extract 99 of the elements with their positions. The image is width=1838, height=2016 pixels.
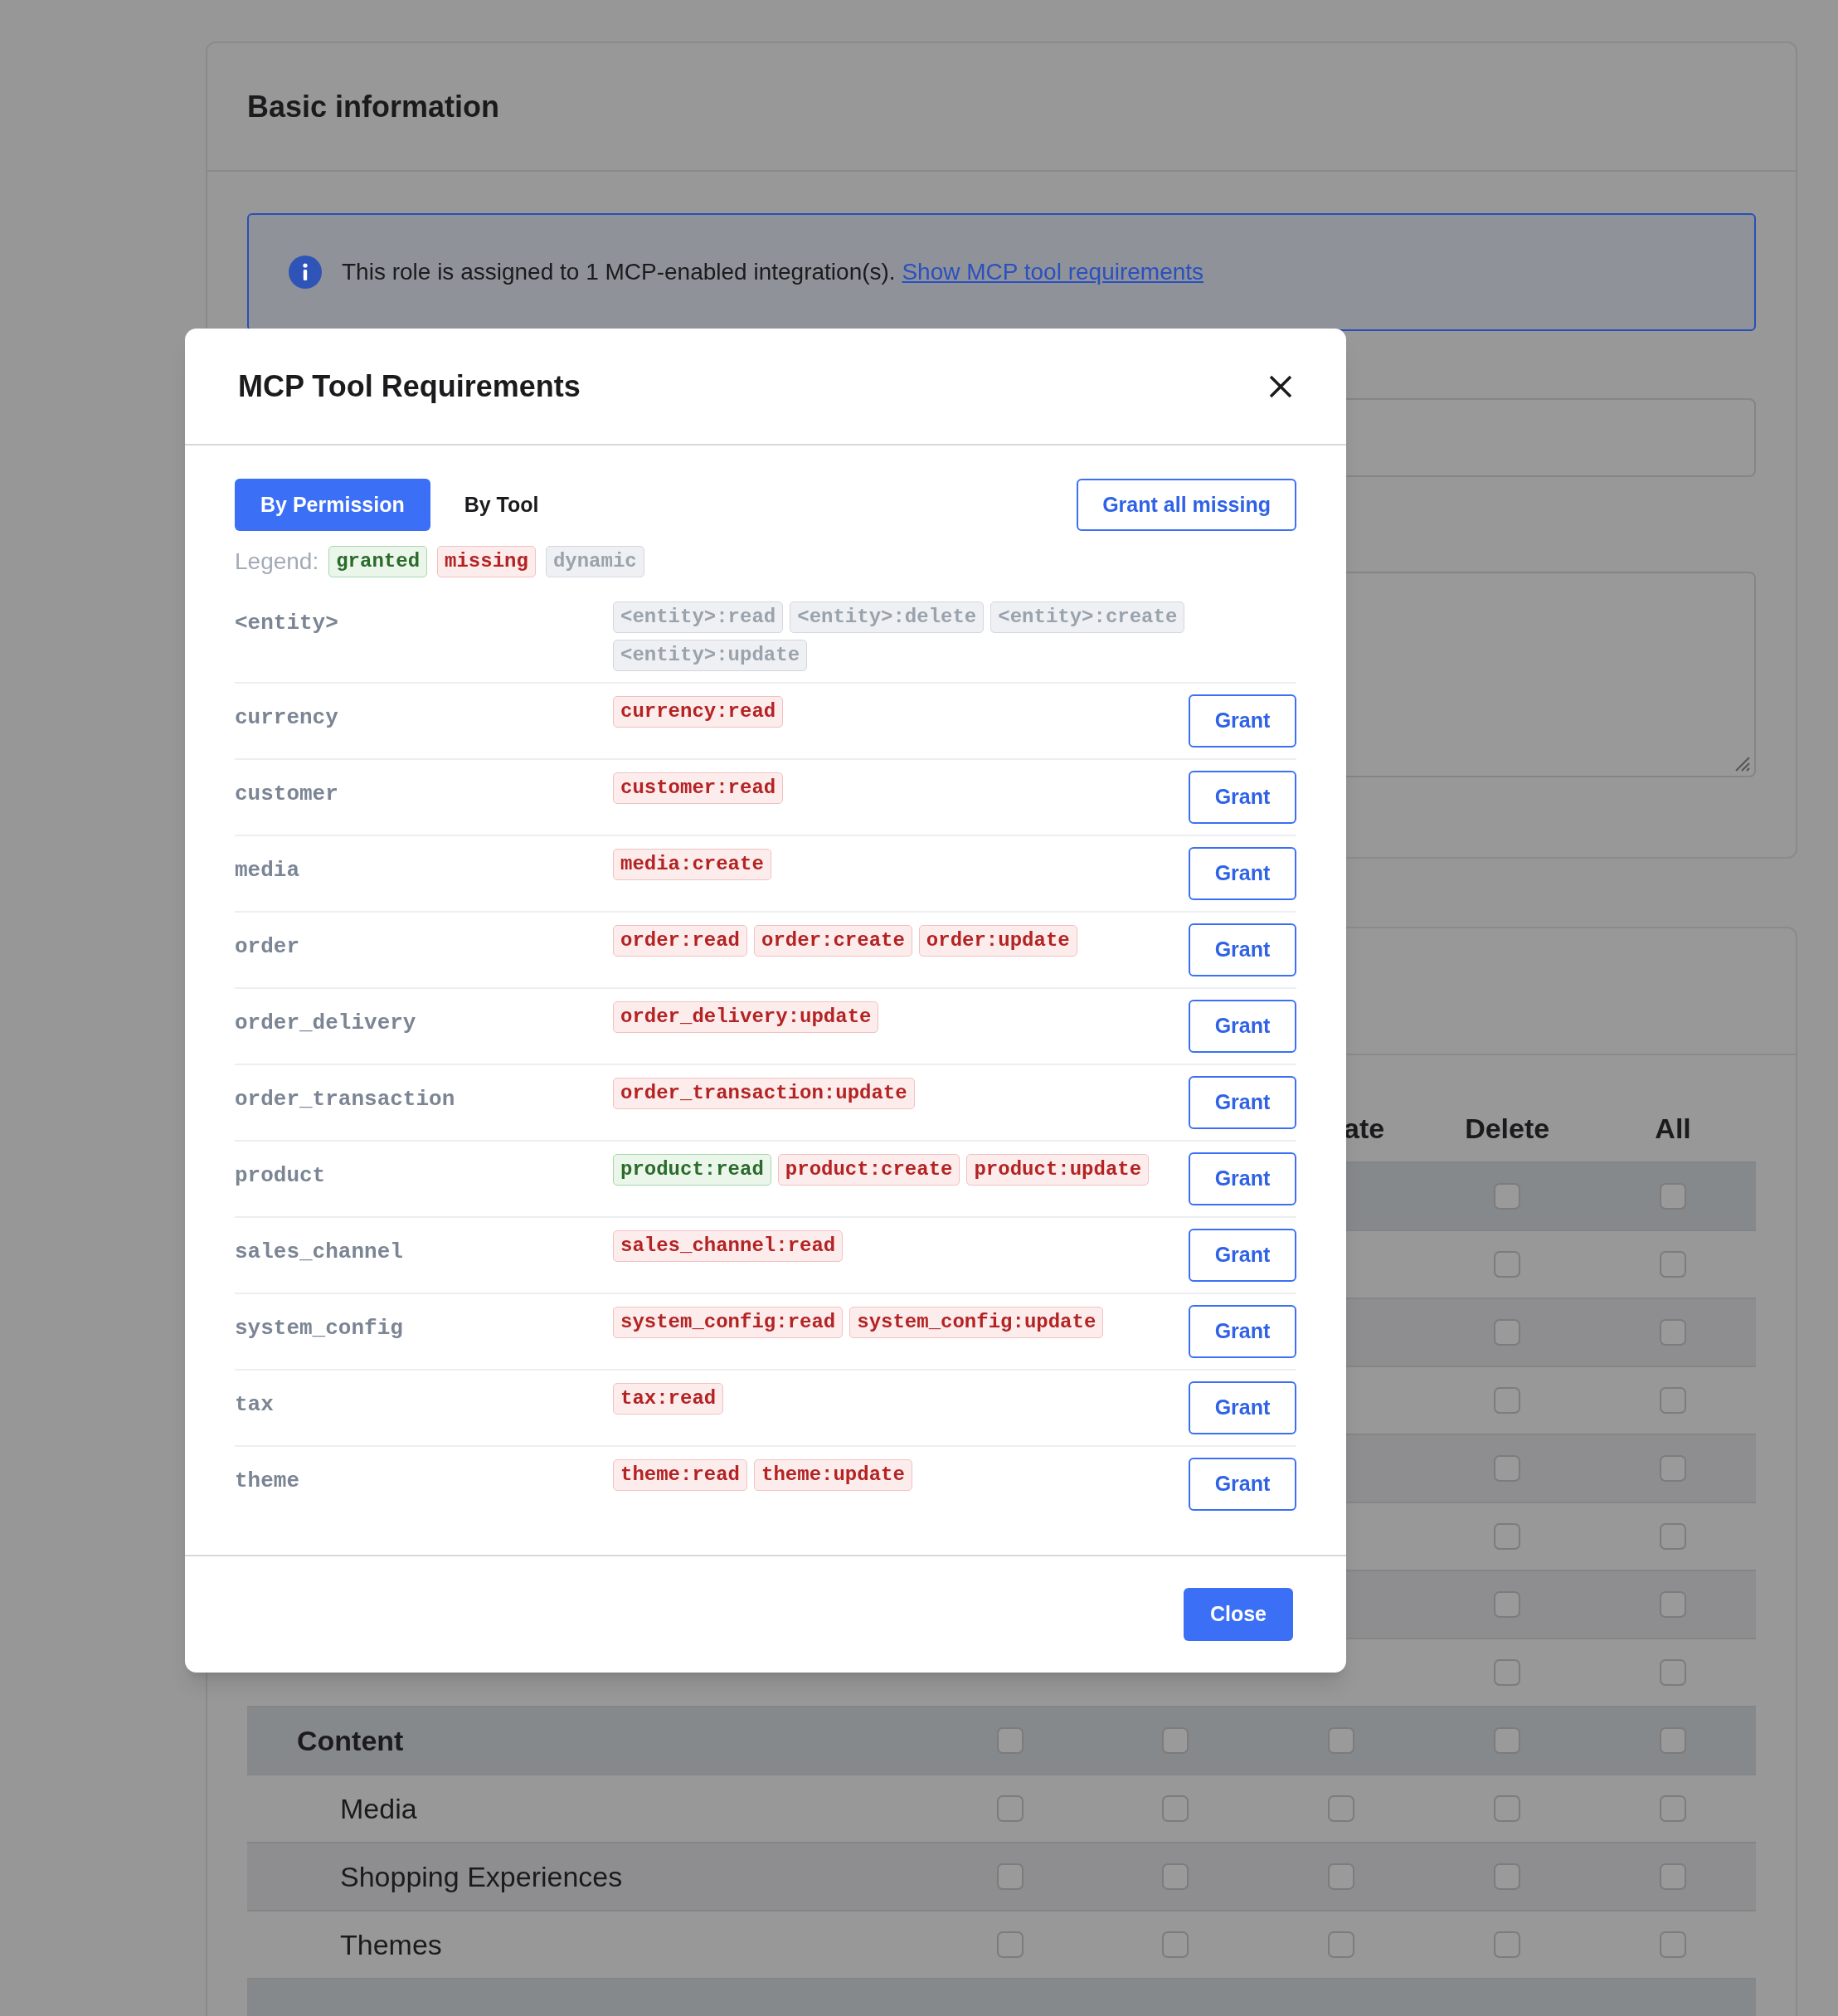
checkbox[interactable] — [1494, 1931, 1521, 1958]
grant-button[interactable]: Grant — [1189, 847, 1296, 900]
checkbox[interactable] — [996, 1863, 1024, 1890]
grant-button[interactable]: Grant — [1189, 923, 1296, 976]
checkbox[interactable] — [1660, 1387, 1687, 1414]
tab[interactable]: By Permission — [235, 479, 430, 531]
tab[interactable]: By Tool — [438, 479, 565, 531]
checkbox[interactable] — [1660, 1523, 1687, 1550]
permission-tag: <entity>:update — [613, 640, 808, 671]
grant-button[interactable]: Grant — [1189, 771, 1296, 824]
checkbox[interactable] — [1660, 1931, 1687, 1958]
permission-tag: media:create — [613, 849, 771, 880]
checkbox[interactable] — [1660, 1251, 1687, 1278]
checkbox[interactable] — [1494, 1251, 1521, 1278]
grant-button[interactable]: Grant — [1189, 1152, 1296, 1205]
checkbox[interactable] — [1660, 1183, 1687, 1210]
checkbox[interactable] — [1660, 1727, 1687, 1754]
row-label: Shopping Experiences — [340, 1859, 623, 1894]
permission-tag: missing — [437, 546, 536, 577]
checkbox[interactable] — [1162, 1795, 1189, 1822]
checkbox[interactable] — [1660, 1591, 1687, 1618]
permission-tag: <entity>:read — [613, 601, 784, 633]
checkbox[interactable] — [1494, 1591, 1521, 1618]
checkbox[interactable] — [1494, 1863, 1521, 1890]
card-title: Basic information — [247, 88, 500, 125]
checkbox[interactable] — [1162, 1931, 1189, 1958]
permission-tag: granted — [328, 546, 428, 577]
permission-tag: <entity>:delete — [790, 601, 985, 633]
close-button[interactable]: Close — [1183, 1588, 1293, 1641]
entity-name: order_delivery — [235, 1010, 416, 1035]
checkbox[interactable] — [1328, 1727, 1355, 1754]
permission-tag: system_config:update — [849, 1307, 1104, 1338]
checkbox[interactable] — [1494, 1387, 1521, 1414]
entity-name: customer — [235, 782, 338, 806]
checkbox[interactable] — [1494, 1727, 1521, 1754]
alert-text: This role is assigned to 1 MCP-enabled integration(s). Show MCP tool requirements — [342, 258, 1204, 286]
checkbox[interactable] — [996, 1727, 1024, 1754]
grant-button[interactable]: Grant — [1189, 1229, 1296, 1282]
category-label: Content — [297, 1723, 404, 1758]
checkbox[interactable] — [1162, 1727, 1189, 1754]
permission-tag: order:read — [613, 925, 748, 957]
entity-name: currency — [235, 705, 338, 730]
permission-tag: order_delivery:update — [613, 1001, 879, 1033]
grant-button[interactable]: Grant — [1189, 1305, 1296, 1358]
permission-tag: theme:read — [613, 1459, 748, 1491]
grant-button[interactable]: Grant — [1189, 694, 1296, 747]
checkbox[interactable] — [1494, 1183, 1521, 1210]
permission-tag: product:read — [613, 1154, 771, 1186]
grant-all-button[interactable]: Grant all missing — [1077, 479, 1296, 531]
permission-tag: <entity>:create — [990, 601, 1185, 633]
permission-tag: currency:read — [613, 696, 784, 728]
checkbox[interactable] — [1660, 1863, 1687, 1890]
entity-name: <entity> — [235, 611, 338, 635]
info-icon — [289, 256, 322, 289]
permission-tag: tax:read — [613, 1383, 724, 1415]
grant-button[interactable]: Grant — [1189, 1381, 1296, 1434]
checkbox[interactable] — [1494, 1319, 1521, 1346]
entity-name: theme — [235, 1468, 299, 1493]
checkbox[interactable] — [1328, 1931, 1355, 1958]
grant-button[interactable]: Grant — [1189, 1076, 1296, 1129]
permission-tag: product:create — [777, 1154, 960, 1186]
checkbox[interactable] — [1494, 1795, 1521, 1822]
permission-tag: theme:update — [754, 1459, 912, 1491]
checkbox[interactable] — [1660, 1659, 1687, 1686]
entity-name: tax — [235, 1392, 274, 1417]
checkbox[interactable] — [1660, 1319, 1687, 1346]
column-header: Delete — [1465, 1111, 1550, 1146]
permission-tag: system_config:read — [613, 1307, 844, 1338]
entity-name: media — [235, 858, 299, 883]
permission-tag: order_transaction:update — [613, 1078, 915, 1109]
entity-name: system_config — [235, 1316, 403, 1341]
checkbox[interactable] — [1660, 1795, 1687, 1822]
entity-name: order — [235, 934, 299, 959]
permission-tag: sales_channel:read — [613, 1230, 844, 1262]
checkbox[interactable] — [1328, 1795, 1355, 1822]
permission-tag: customer:read — [613, 772, 784, 804]
permission-tag: order:update — [918, 925, 1077, 957]
permission-tag: dynamic — [545, 546, 644, 577]
column-header: All — [1655, 1111, 1691, 1146]
checkbox[interactable] — [996, 1795, 1024, 1822]
row-label: Themes — [340, 1927, 442, 1962]
checkbox[interactable] — [1328, 1863, 1355, 1890]
grant-button[interactable]: Grant — [1189, 1458, 1296, 1511]
permission-tag: order:create — [754, 925, 912, 957]
legend-label: Legend: — [235, 548, 319, 576]
checkbox[interactable] — [1162, 1863, 1189, 1890]
row-label: Media — [340, 1791, 417, 1826]
permission-tag: product:update — [966, 1154, 1150, 1186]
checkbox[interactable] — [1660, 1455, 1687, 1482]
column-header: ate — [1344, 1111, 1385, 1146]
entity-name: order_transaction — [235, 1087, 455, 1112]
checkbox[interactable] — [996, 1931, 1024, 1958]
entity-name: product — [235, 1163, 326, 1188]
modal-title: MCP Tool Requirements — [238, 368, 581, 405]
checkbox[interactable] — [1494, 1455, 1521, 1482]
entity-name: sales_channel — [235, 1239, 403, 1264]
checkbox[interactable] — [1494, 1659, 1521, 1686]
grant-button[interactable]: Grant — [1189, 1000, 1296, 1053]
checkbox[interactable] — [1494, 1523, 1521, 1550]
